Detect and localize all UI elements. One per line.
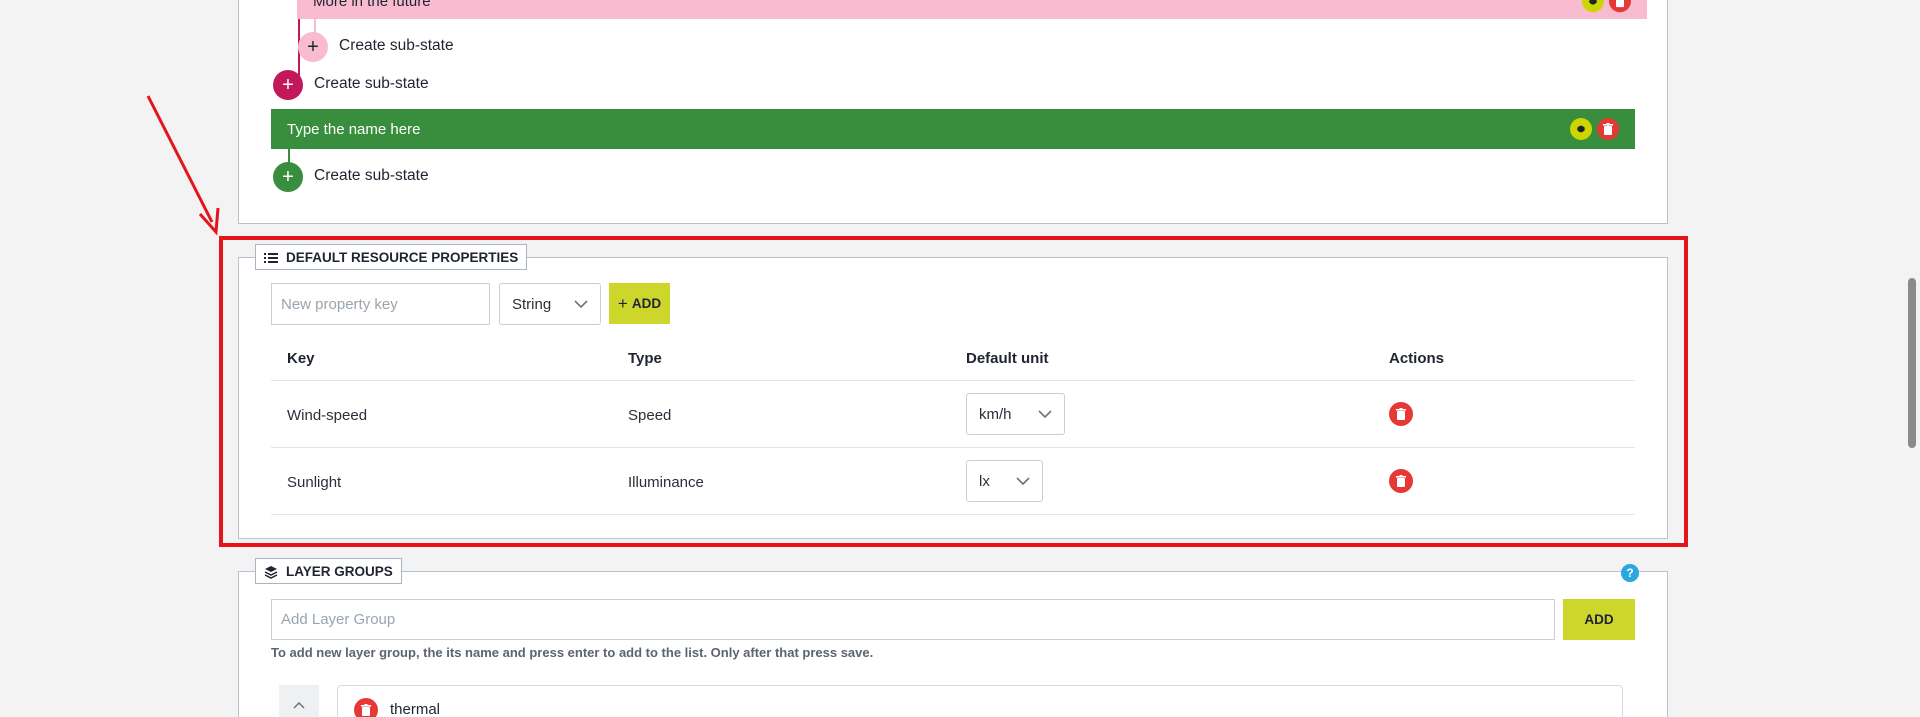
delete-layer-group-button[interactable] [354,698,378,717]
add-label: ADD [1584,612,1614,627]
section-legend: LAYER GROUPS [255,558,402,584]
section-title: LAYER GROUPS [286,564,393,579]
state-bar-green[interactable]: Type the name here [271,109,1635,149]
add-layer-group-button[interactable]: ADD [1563,599,1635,640]
create-substate-button-pink[interactable]: + [298,32,328,62]
layer-group-item[interactable]: thermal [337,685,1623,717]
create-substate-label[interactable]: Create sub-state [314,167,429,185]
layer-group-name: thermal [390,701,441,717]
gear-icon[interactable] [1570,118,1592,140]
plus-icon: + [282,166,294,188]
scrollbar-thumb[interactable] [1908,278,1916,448]
arrow-annotation [146,95,220,236]
create-substate-label[interactable]: Create sub-state [339,37,454,55]
state-bar-future[interactable]: More in the future [297,0,1647,19]
state-name: More in the future [313,0,431,10]
create-substate-label[interactable]: Create sub-state [314,75,429,93]
gear-icon[interactable] [1582,0,1604,13]
states-panel: More in the future + Create sub-state + … [238,0,1668,224]
placeholder: Add Layer Group [281,611,396,628]
create-substate-button-magenta[interactable]: + [273,70,303,100]
trash-icon[interactable] [1597,118,1619,140]
layer-groups-panel: LAYER GROUPS ? Add Layer Group ADD To ad… [238,558,1668,717]
add-layer-group-input[interactable]: Add Layer Group [271,599,1555,640]
plus-icon: + [307,36,319,58]
trash-icon [361,704,371,716]
state-name: Type the name here [287,120,421,138]
chevron-up-icon [293,701,305,709]
collapse-toggle[interactable] [279,685,319,717]
tree-line-green [288,149,290,163]
highlight-box [219,236,1688,547]
layer-group-hint: To add new layer group, the its name and… [271,645,874,660]
help-icon[interactable]: ? [1621,564,1639,582]
trash-icon[interactable] [1609,0,1631,13]
plus-icon: + [282,74,294,96]
layers-icon [264,565,278,579]
create-substate-button-green[interactable]: + [273,162,303,192]
